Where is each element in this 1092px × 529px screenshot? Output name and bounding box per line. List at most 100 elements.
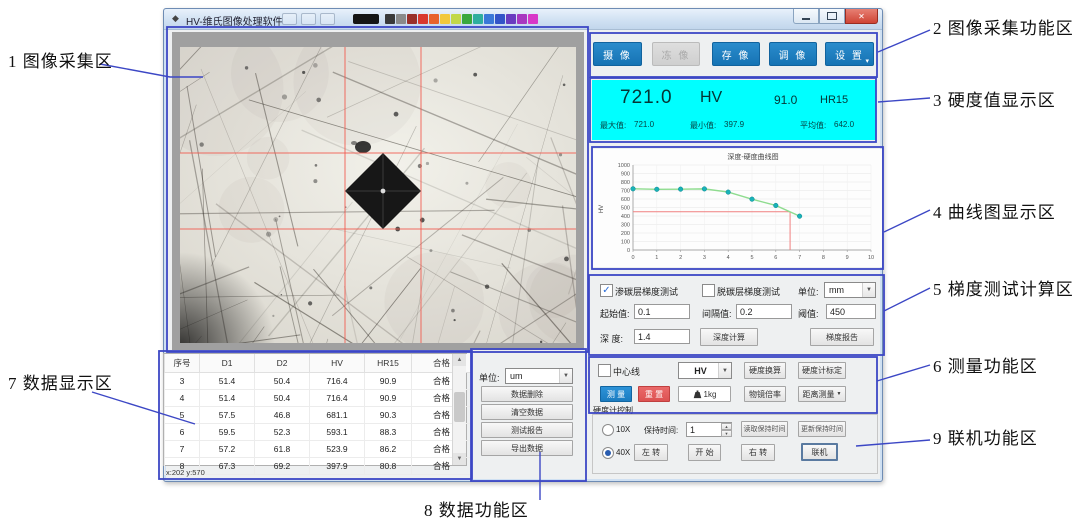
threshold-value-field[interactable] bbox=[826, 304, 876, 319]
scale-select[interactable]: HV ▼ bbox=[678, 362, 732, 379]
load-button[interactable]: 1kg bbox=[678, 386, 731, 402]
svg-text:300: 300 bbox=[621, 223, 630, 229]
adjust-image-button[interactable]: 调 像 bbox=[769, 42, 817, 66]
save-image-button[interactable]: 存 像 bbox=[712, 42, 760, 66]
carburized-label: 渗碳层梯度测试 bbox=[615, 285, 678, 298]
freeze-button[interactable]: 冻 像 bbox=[652, 42, 700, 66]
table-row[interactable]: 867.369.2397.980.8合格 bbox=[165, 458, 472, 475]
table-cell: 50.4 bbox=[255, 373, 310, 390]
data-unit-select[interactable]: um ▼ bbox=[505, 368, 573, 384]
close-icon: ✕ bbox=[858, 12, 865, 21]
gradient-unit-select[interactable]: mm ▼ bbox=[824, 282, 876, 298]
ghost-icon bbox=[282, 13, 297, 25]
spin-up-icon[interactable]: ▲ bbox=[721, 423, 732, 430]
hardness-convert-button[interactable]: 硬度换算 bbox=[744, 362, 786, 379]
distance-measure-button[interactable]: 距离测量▼ bbox=[798, 386, 846, 402]
svg-text:5: 5 bbox=[750, 255, 753, 261]
table-row[interactable]: 659.552.3593.188.3合格 bbox=[165, 424, 472, 441]
hold-time-spinner[interactable]: ▲▼ bbox=[721, 423, 732, 437]
chevron-down-icon: ▼ bbox=[718, 363, 731, 378]
online-button[interactable]: 联机 bbox=[801, 443, 838, 461]
color-icon bbox=[440, 14, 450, 24]
settings-button[interactable]: 设 置▾ bbox=[825, 42, 874, 66]
decarburized-checkbox[interactable] bbox=[702, 284, 715, 297]
chevron-down-icon: ▼ bbox=[837, 391, 842, 397]
threshold-label: 阈值: bbox=[798, 307, 819, 320]
turn-left-button[interactable]: 左 转 bbox=[634, 444, 668, 461]
scroll-thumb[interactable] bbox=[454, 392, 465, 422]
scroll-down-icon[interactable]: ▼ bbox=[453, 453, 466, 465]
app-icon: ◆ bbox=[172, 13, 179, 24]
carburized-checkbox[interactable] bbox=[600, 284, 613, 297]
color-icon bbox=[473, 14, 483, 24]
micrograph-view[interactable] bbox=[180, 47, 576, 343]
table-cell: 61.8 bbox=[255, 441, 310, 458]
centerline-checkbox[interactable] bbox=[598, 364, 611, 377]
svg-text:10: 10 bbox=[868, 255, 874, 261]
table-cell: 80.8 bbox=[365, 458, 412, 475]
radio-40x[interactable] bbox=[602, 447, 614, 459]
radio-10x[interactable] bbox=[602, 424, 614, 436]
svg-text:100: 100 bbox=[621, 240, 630, 246]
table-scrollbar[interactable]: ▲ ▼ bbox=[452, 354, 466, 465]
table-cell: 716.4 bbox=[310, 373, 365, 390]
table-row[interactable]: 757.261.8523.986.2合格 bbox=[165, 441, 472, 458]
depth-calc-button[interactable]: 深度计算 bbox=[700, 328, 758, 346]
depth-hardness-chart-panel: 深度-硬度曲线图01002003004005006007008009001000… bbox=[593, 149, 882, 267]
svg-text:400: 400 bbox=[621, 214, 630, 220]
column-header: 序号 bbox=[165, 354, 200, 373]
maximize-button[interactable] bbox=[819, 9, 845, 24]
minimize-icon bbox=[802, 18, 810, 20]
chevron-down-icon: ▾ bbox=[865, 58, 871, 65]
minimize-button[interactable] bbox=[793, 9, 819, 24]
start-label: 起始值: bbox=[600, 307, 630, 320]
reset-button[interactable]: 重 置 bbox=[638, 386, 670, 402]
gradient-report-button[interactable]: 梯度报告 bbox=[810, 328, 874, 346]
table-row[interactable]: 557.546.8681.190.3合格 bbox=[165, 407, 472, 424]
turn-right-button[interactable]: 右 转 bbox=[741, 444, 775, 461]
annotation-label-7: 7 数据显示区 bbox=[8, 369, 113, 394]
color-icons bbox=[385, 14, 539, 24]
delete-data-button[interactable]: 数据删除 bbox=[481, 386, 573, 402]
color-icon bbox=[484, 14, 494, 24]
annotation-label-6: 6 测量功能区 bbox=[933, 352, 1038, 377]
test-report-button[interactable]: 测试报告 bbox=[481, 422, 573, 438]
ghost-icon bbox=[301, 13, 316, 25]
table-cell: 51.4 bbox=[200, 390, 255, 407]
capture-button[interactable]: 摄 像 bbox=[593, 42, 642, 66]
black-toolbar-icon bbox=[353, 14, 379, 24]
color-icon bbox=[462, 14, 472, 24]
update-hold-time-button[interactable]: 更新保持时间 bbox=[798, 421, 846, 437]
chevron-down-icon: ▼ bbox=[862, 283, 875, 297]
measure-button[interactable]: 测 量 bbox=[600, 386, 632, 402]
close-button[interactable]: ✕ bbox=[845, 9, 878, 24]
calibrate-button[interactable]: 硬度计标定 bbox=[798, 362, 846, 379]
ghost-icon bbox=[320, 13, 335, 25]
table-cell: 51.4 bbox=[200, 373, 255, 390]
svg-text:1: 1 bbox=[655, 255, 658, 261]
color-icon bbox=[385, 14, 395, 24]
export-data-button[interactable]: 导出数据 bbox=[481, 440, 573, 456]
read-hold-time-button[interactable]: 读取保持时间 bbox=[741, 421, 788, 437]
start-button[interactable]: 开 始 bbox=[688, 444, 721, 461]
min-value: 397.9 bbox=[724, 120, 744, 129]
svg-text:7: 7 bbox=[798, 255, 801, 261]
table-cell: 69.2 bbox=[255, 458, 310, 475]
table-cell: 397.9 bbox=[310, 458, 365, 475]
table-row[interactable]: 451.450.4716.490.9合格 bbox=[165, 390, 472, 407]
objective-button[interactable]: 物镜倍率 bbox=[744, 386, 786, 402]
clear-data-button[interactable]: 清空数据 bbox=[481, 404, 573, 420]
start-value-field[interactable] bbox=[634, 304, 690, 319]
table-cell: 52.3 bbox=[255, 424, 310, 441]
column-header: HV bbox=[310, 354, 365, 373]
table-row[interactable]: 351.450.4716.490.9合格 bbox=[165, 373, 472, 390]
gradient-unit-value: mm bbox=[825, 285, 862, 295]
svg-text:800: 800 bbox=[621, 180, 630, 186]
table-cell: 90.9 bbox=[365, 390, 412, 407]
spin-down-icon[interactable]: ▼ bbox=[721, 430, 732, 437]
scroll-up-icon[interactable]: ▲ bbox=[453, 354, 466, 366]
svg-text:700: 700 bbox=[621, 189, 630, 195]
depth-value-field[interactable] bbox=[634, 329, 690, 344]
svg-text:0: 0 bbox=[627, 248, 630, 254]
interval-value-field[interactable] bbox=[736, 304, 792, 319]
